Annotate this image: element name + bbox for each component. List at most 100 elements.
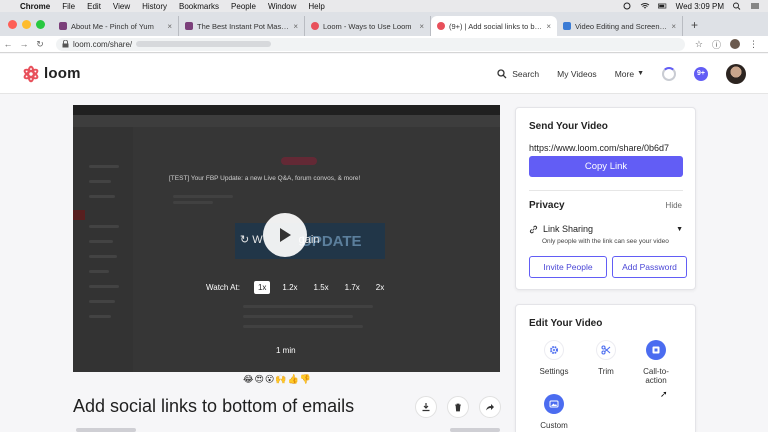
loom-favicon-icon xyxy=(437,22,445,30)
bookmark-star-icon[interactable]: ☆ xyxy=(695,39,703,50)
video-actions xyxy=(415,396,501,418)
profile-avatar[interactable] xyxy=(730,39,740,49)
reaction-laugh[interactable]: 😂 xyxy=(243,374,254,385)
tab-title: Loom - Ways to Use Loom xyxy=(323,21,412,31)
tab-close-icon[interactable]: × xyxy=(546,22,551,31)
speed-1-5x[interactable]: 1.5x xyxy=(310,281,333,294)
link-icon xyxy=(529,225,538,233)
share-button[interactable] xyxy=(479,396,501,418)
brand-name: loom xyxy=(44,65,81,82)
reload-icon[interactable]: ↻ xyxy=(32,39,48,50)
more-menu-button[interactable]: More ▼ xyxy=(615,69,644,79)
delete-button[interactable] xyxy=(447,396,469,418)
back-arrow-icon[interactable]: ← xyxy=(0,39,16,49)
chevron-down-icon: ▼ xyxy=(637,70,644,77)
loom-status-icon[interactable] xyxy=(622,2,632,10)
video-player[interactable]: UPDATE [TEST] Your FBP Update: a new Liv… xyxy=(73,105,500,372)
tab-loom-ways[interactable]: Loom - Ways to Use Loom × xyxy=(305,16,431,36)
info-icon[interactable]: ⓘ xyxy=(712,38,721,51)
tab-close-icon[interactable]: × xyxy=(293,22,298,31)
battery-icon[interactable] xyxy=(657,2,668,10)
window-controls xyxy=(0,20,53,36)
author-row-cropped xyxy=(76,428,500,432)
reaction-thumbs-down[interactable]: 👎 xyxy=(300,374,311,385)
usage-gauge-icon[interactable] xyxy=(662,66,676,81)
menubar-clock[interactable]: Wed 3:09 PM xyxy=(676,2,724,11)
loom-header: loom Search My Videos More ▼ 9+ xyxy=(0,54,768,94)
download-button[interactable] xyxy=(415,396,437,418)
panel-divider xyxy=(529,190,683,191)
kebab-menu-icon[interactable]: ⋮ xyxy=(749,39,758,50)
tab-mashed-potatoes[interactable]: The Best Instant Pot Mashed P × xyxy=(179,16,305,36)
link-sharing-dropdown[interactable]: Link Sharing ▼ xyxy=(529,224,683,234)
url-redacted xyxy=(136,41,272,47)
privacy-heading: Privacy xyxy=(529,200,565,211)
edit-video-heading: Edit Your Video xyxy=(529,318,603,329)
reaction-thumbs-up[interactable]: 👍 xyxy=(288,374,299,385)
zoom-window-icon[interactable] xyxy=(36,20,45,29)
invite-people-button[interactable]: Invite People xyxy=(529,256,607,278)
privacy-hide-link[interactable]: Hide xyxy=(666,201,682,210)
control-center-icon[interactable] xyxy=(750,2,760,10)
menubar-status: Wed 3:09 PM xyxy=(622,2,768,11)
tab-close-icon[interactable]: × xyxy=(419,22,424,31)
menu-bookmarks[interactable]: Bookmarks xyxy=(179,2,219,11)
menu-window[interactable]: Window xyxy=(268,2,296,11)
browser-tab-strip: About Me - Pinch of Yum × The Best Insta… xyxy=(0,12,768,36)
user-avatar[interactable] xyxy=(726,63,746,84)
loom-logo[interactable]: loom xyxy=(0,65,81,83)
reaction-heart-eyes[interactable]: 😍 xyxy=(255,374,264,385)
search-button[interactable]: Search xyxy=(497,69,539,79)
mouse-pointer-icon: ➚ xyxy=(660,389,668,399)
menu-history[interactable]: History xyxy=(142,2,167,11)
my-videos-link[interactable]: My Videos xyxy=(557,69,597,79)
tab-close-icon[interactable]: × xyxy=(671,22,676,31)
search-label: Search xyxy=(512,68,540,79)
caret-down-icon: ▼ xyxy=(676,225,683,233)
play-icon xyxy=(280,228,291,242)
menu-help[interactable]: Help xyxy=(308,2,324,11)
search-icon[interactable] xyxy=(732,2,742,10)
tab-title: The Best Instant Pot Mashed P xyxy=(197,21,290,31)
copy-link-button[interactable]: Copy Link xyxy=(529,156,683,177)
menu-file[interactable]: File xyxy=(62,2,75,11)
send-video-heading: Send Your Video xyxy=(529,121,608,132)
loom-logo-icon xyxy=(23,65,39,82)
menu-view[interactable]: View xyxy=(113,2,130,11)
send-video-panel: Send Your Video https://www.loom.com/sha… xyxy=(515,107,696,290)
play-button[interactable] xyxy=(263,213,307,257)
menu-chrome[interactable]: Chrome xyxy=(20,2,50,11)
tab-favicon-icon xyxy=(59,22,67,30)
menu-people[interactable]: People xyxy=(231,2,256,11)
tab-close-icon[interactable]: × xyxy=(167,22,172,31)
tab-about-me[interactable]: About Me - Pinch of Yum × xyxy=(53,16,179,36)
reaction-surprised[interactable]: 😮 xyxy=(265,374,274,385)
close-window-icon[interactable] xyxy=(8,20,17,29)
new-tab-icon[interactable]: + xyxy=(683,18,706,36)
custom-thumbnail-tool[interactable]: Custom xyxy=(524,394,584,430)
add-password-button[interactable]: Add Password xyxy=(612,256,687,278)
video-title[interactable]: Add social links to bottom of emails xyxy=(73,396,354,417)
wifi-icon[interactable] xyxy=(640,2,650,10)
share-url-field[interactable]: https://www.loom.com/share/0b6d7 xyxy=(529,143,685,153)
forward-arrow-icon[interactable]: → xyxy=(16,39,32,49)
call-to-action-tool[interactable]: Call-to- action xyxy=(626,340,686,385)
speed-1-2x[interactable]: 1.2x xyxy=(278,281,301,294)
minimize-window-icon[interactable] xyxy=(22,20,31,29)
menu-edit[interactable]: Edit xyxy=(87,2,101,11)
url-input[interactable]: loom.com/share/ xyxy=(56,37,685,51)
download-icon xyxy=(422,403,430,412)
speed-1x[interactable]: 1x xyxy=(253,281,271,294)
tab-add-social-links[interactable]: (9+) | Add social links to botto × xyxy=(431,16,557,36)
speed-1-7x[interactable]: 1.7x xyxy=(341,281,364,294)
speed-2x[interactable]: 2x xyxy=(372,281,388,294)
playback-speed-selector: Watch At: 1x 1.2x 1.5x 1.7x 2x xyxy=(206,281,388,294)
settings-tool[interactable]: Settings xyxy=(524,340,584,376)
more-label: More xyxy=(614,68,635,79)
notifications-badge[interactable]: 9+ xyxy=(694,66,708,81)
trim-label: Trim xyxy=(598,367,614,376)
url-text: loom.com/share/ xyxy=(73,39,133,49)
reaction-raised-hands[interactable]: 🙌 xyxy=(275,374,286,385)
cta-label-line1: Call-to- xyxy=(643,367,669,376)
tab-video-editing[interactable]: Video Editing and Screen Reco × xyxy=(557,16,683,36)
